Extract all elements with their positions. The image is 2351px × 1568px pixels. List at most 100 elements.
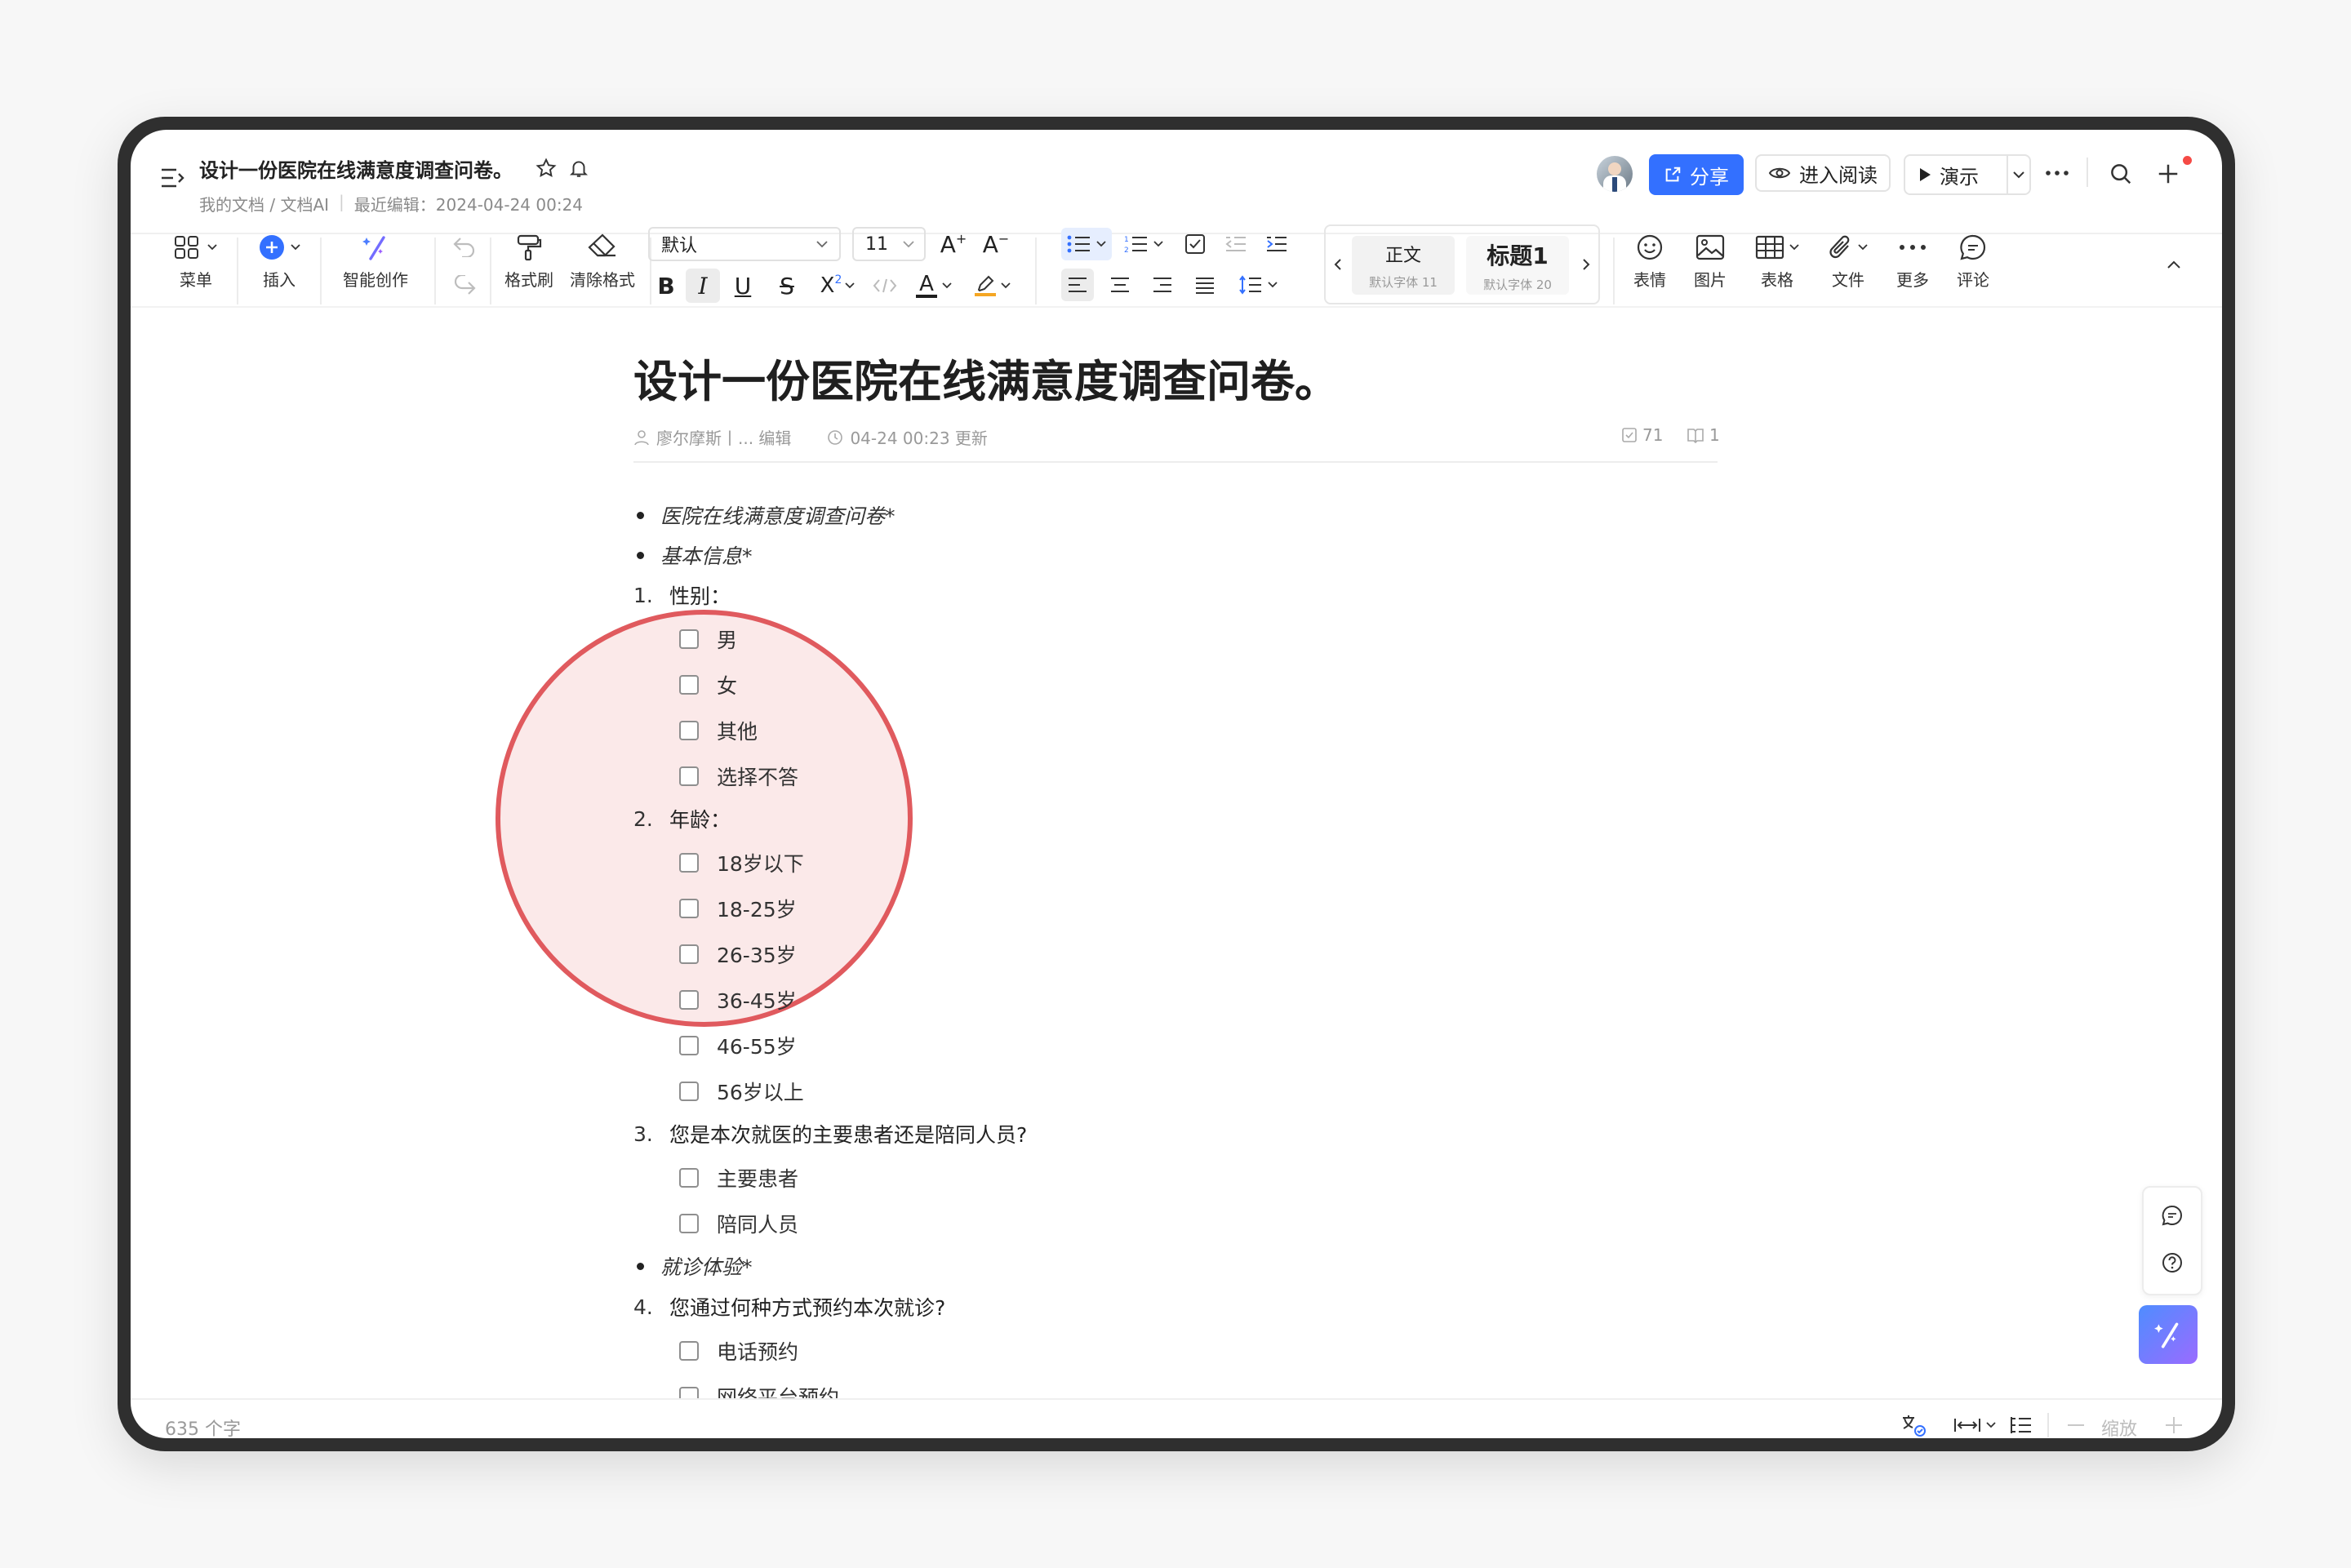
checkbox[interactable] <box>679 675 699 695</box>
checkbox-list-icon[interactable] <box>1179 228 1211 260</box>
avatar[interactable] <box>1597 156 1633 192</box>
zoom-in-icon[interactable] <box>2162 1413 2186 1437</box>
strikethrough-icon[interactable]: S <box>772 270 802 301</box>
add-icon[interactable] <box>2153 159 2183 189</box>
checkbox[interactable] <box>679 1387 699 1398</box>
font-family-select[interactable]: 默认 <box>648 227 841 261</box>
redo-icon[interactable] <box>449 270 480 301</box>
style-normal-sub: 默认字体 11 <box>1369 274 1438 290</box>
code-icon[interactable] <box>869 270 901 301</box>
outline-icon[interactable] <box>2005 1411 2038 1438</box>
checkbox[interactable] <box>679 629 699 649</box>
checkbox-item[interactable]: 主要患者 <box>679 1163 798 1193</box>
checkbox[interactable] <box>679 1214 699 1233</box>
emoji-button[interactable]: 表情 <box>1621 228 1678 293</box>
checkbox-item[interactable]: 18-25岁 <box>679 894 797 923</box>
help-icon[interactable] <box>2158 1248 2187 1277</box>
checkbox-item[interactable]: 电话预约 <box>679 1336 798 1366</box>
side-tools <box>2142 1186 2202 1295</box>
checkbox-item[interactable]: 陪同人员 <box>679 1209 798 1238</box>
doc-updated: 04-24 00:23 更新 <box>850 429 988 448</box>
more-button[interactable]: 更多 <box>1884 228 1941 293</box>
line-spacing-icon[interactable] <box>1233 269 1283 301</box>
list-item: 1. 性别： <box>633 580 731 610</box>
comments-panel-icon[interactable] <box>2158 1201 2187 1230</box>
style-normal[interactable]: 正文 默认字体 11 <box>1352 236 1455 295</box>
present-button[interactable]: 演示 <box>1904 154 2031 195</box>
more-options-icon[interactable] <box>2041 161 2073 185</box>
align-left-icon[interactable] <box>1061 269 1094 301</box>
style-prev-chevron-left-icon[interactable] <box>1329 251 1347 278</box>
option-label: 46-55岁 <box>717 1035 797 1059</box>
checkbox-item[interactable]: 选择不答 <box>679 762 798 791</box>
svg-text:2: 2 <box>1124 247 1129 254</box>
format-painter-button[interactable]: 格式刷 <box>496 228 562 293</box>
table-button[interactable]: 表格 <box>1742 228 1812 293</box>
checkbox[interactable] <box>679 1168 699 1188</box>
indent-icon[interactable] <box>1260 228 1293 260</box>
checkbox[interactable] <box>679 853 699 873</box>
read-mode-button[interactable]: 进入阅读 <box>1755 154 1891 192</box>
style-heading1[interactable]: 标题1 默认字体 20 <box>1466 236 1569 295</box>
bold-icon[interactable]: B <box>651 270 681 301</box>
doc-read-count[interactable]: 1 <box>1687 425 1720 445</box>
undo-icon[interactable] <box>449 231 480 262</box>
insert-button[interactable]: 插入 <box>250 228 309 293</box>
share-button[interactable]: 分享 <box>1649 154 1744 195</box>
align-right-icon[interactable] <box>1146 269 1179 301</box>
file-button[interactable]: 文件 <box>1815 228 1881 293</box>
numbered-list-icon[interactable]: 12 <box>1118 228 1169 260</box>
increase-font-icon[interactable]: A + <box>937 228 970 260</box>
checkbox[interactable] <box>679 1341 699 1361</box>
font-size-select[interactable]: 11 <box>852 227 926 261</box>
checkbox[interactable] <box>679 1082 699 1101</box>
checkbox-item[interactable]: 46-55岁 <box>679 1031 797 1060</box>
star-icon[interactable] <box>534 156 558 180</box>
page-width-icon[interactable] <box>1951 1411 1998 1438</box>
sidebar-toggle-icon[interactable] <box>158 164 186 192</box>
checkbox-item[interactable]: 26-35岁 <box>679 939 797 969</box>
bell-icon[interactable] <box>567 156 591 180</box>
font-color-icon[interactable]: A <box>908 269 960 303</box>
checkbox-item[interactable]: 36-45岁 <box>679 985 797 1015</box>
translate-icon[interactable] <box>1897 1411 1930 1438</box>
word-count: 635 个字 <box>165 1419 241 1438</box>
checkbox-item[interactable]: 其他 <box>679 716 758 745</box>
checkbox[interactable] <box>679 990 699 1010</box>
checkbox-item[interactable]: 女 <box>679 670 737 700</box>
checkbox[interactable] <box>679 721 699 740</box>
read-count: 1 <box>1709 425 1720 445</box>
image-button[interactable]: 图片 <box>1682 228 1739 293</box>
collapse-toolbar-chevron-up-icon[interactable] <box>2160 252 2188 277</box>
checkbox-item[interactable]: 56岁以上 <box>679 1077 804 1106</box>
ai-create-button[interactable]: 智能创作 <box>336 228 415 293</box>
checkbox[interactable] <box>679 899 699 918</box>
checkbox-item[interactable]: 男 <box>679 624 737 654</box>
menu-button[interactable]: 菜单 <box>167 228 225 293</box>
superscript-icon[interactable]: X2 <box>815 270 860 301</box>
italic-icon[interactable]: I <box>686 269 720 303</box>
doc-check-count[interactable]: 71 <box>1621 425 1663 445</box>
highlight-icon[interactable] <box>967 269 1019 303</box>
checkbox[interactable] <box>679 766 699 786</box>
search-icon[interactable] <box>2106 159 2135 189</box>
checkbox-item[interactable]: 网络平台预约 <box>679 1382 839 1398</box>
justify-icon[interactable] <box>1189 269 1221 301</box>
ai-assistant-button[interactable] <box>2139 1305 2198 1364</box>
decrease-font-icon[interactable]: A − <box>980 228 1012 260</box>
comment-button[interactable]: 评论 <box>1944 228 2002 293</box>
zoom-out-icon[interactable] <box>2064 1415 2088 1436</box>
question-text: 您是本次就医的主要患者还是陪同人员? <box>669 1123 1028 1147</box>
present-chevron-down-icon[interactable] <box>2008 171 2029 179</box>
checkbox-item[interactable]: 18岁以下 <box>679 848 804 877</box>
underline-icon[interactable]: U <box>728 270 758 301</box>
outdent-icon[interactable] <box>1220 228 1252 260</box>
checkbox[interactable] <box>679 944 699 964</box>
style-next-chevron-right-icon[interactable] <box>1577 251 1595 278</box>
clear-format-button[interactable]: 清除格式 <box>563 228 642 293</box>
more-dots-icon <box>1884 228 1941 267</box>
breadcrumb[interactable]: 我的文档 / 文档AI <box>199 192 329 215</box>
checkbox[interactable] <box>679 1036 699 1055</box>
bullet-list-icon[interactable] <box>1061 228 1112 260</box>
align-center-icon[interactable] <box>1104 269 1136 301</box>
